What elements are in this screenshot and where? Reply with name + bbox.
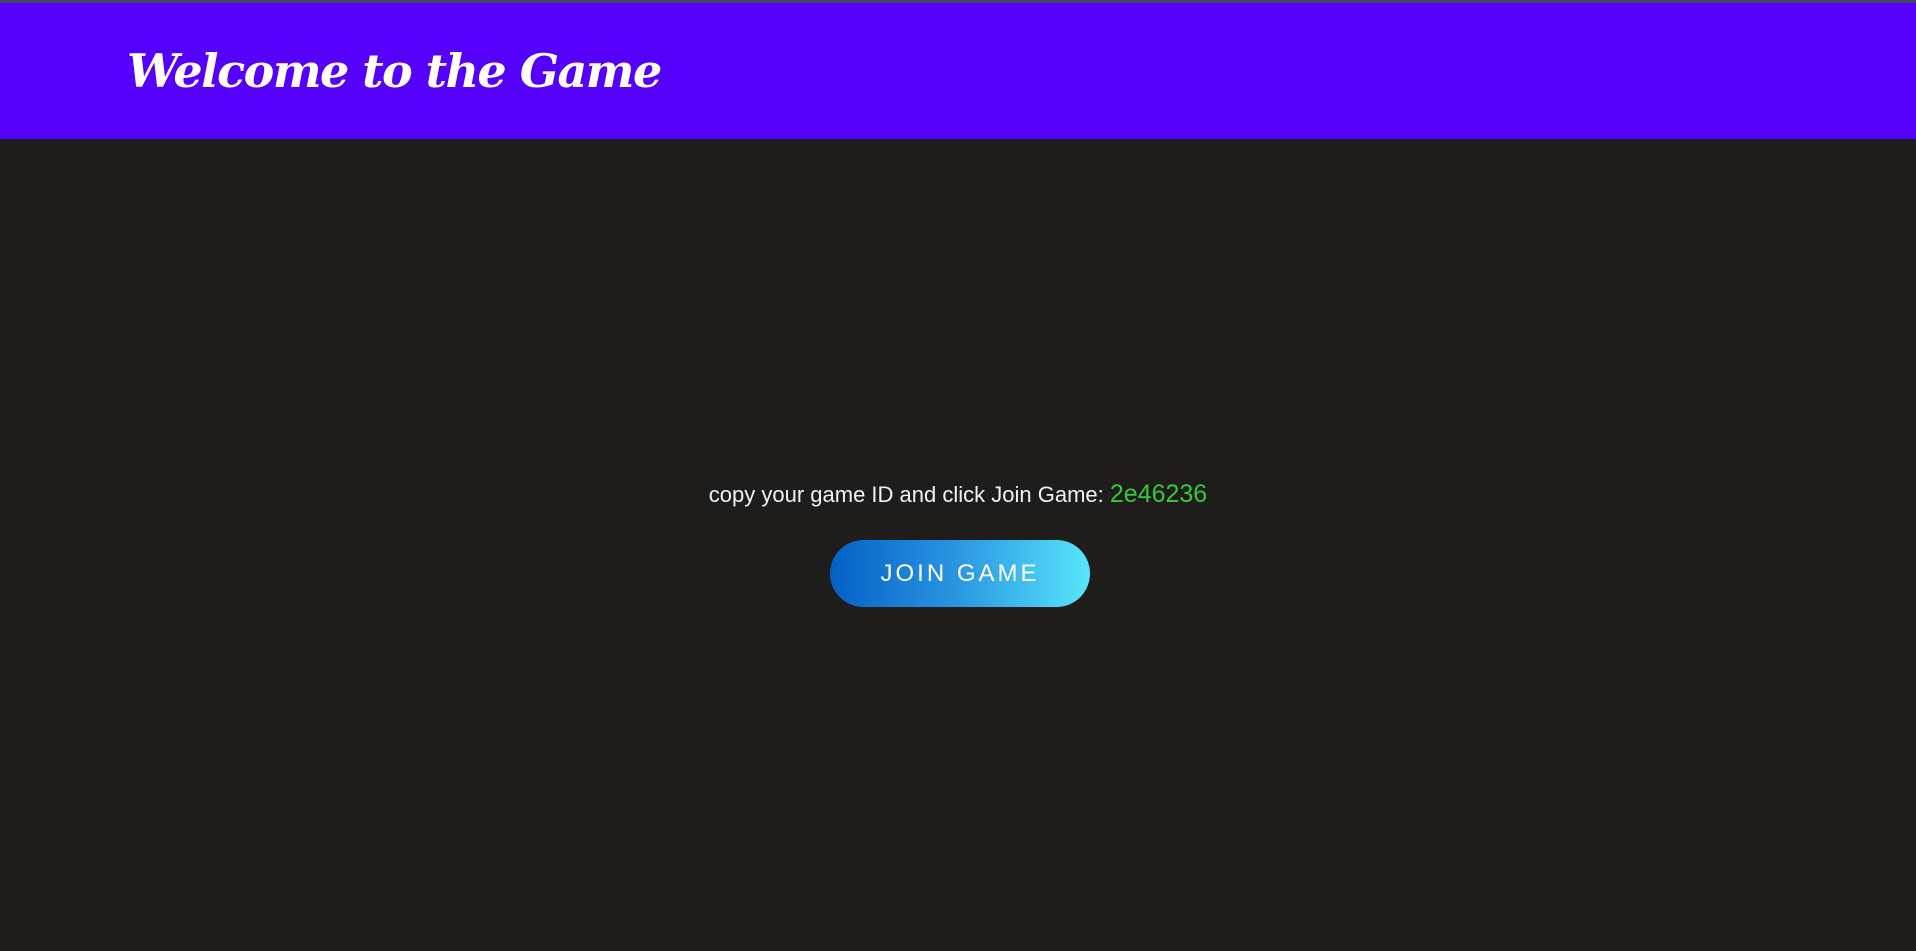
instruction-text: copy your game ID and click Join Game: — [708, 482, 1110, 507]
game-id-value[interactable]: 2e46236 — [1110, 480, 1207, 508]
page-header: Welcome to the Game — [0, 3, 1916, 139]
join-game-button[interactable]: JOIN GAME — [830, 540, 1090, 607]
game-id-instruction: copy your game ID and click Join Game: 2… — [0, 478, 1916, 514]
main-content: copy your game ID and click Join Game: 2… — [0, 139, 1916, 951]
page-title: Welcome to the Game — [127, 44, 662, 98]
